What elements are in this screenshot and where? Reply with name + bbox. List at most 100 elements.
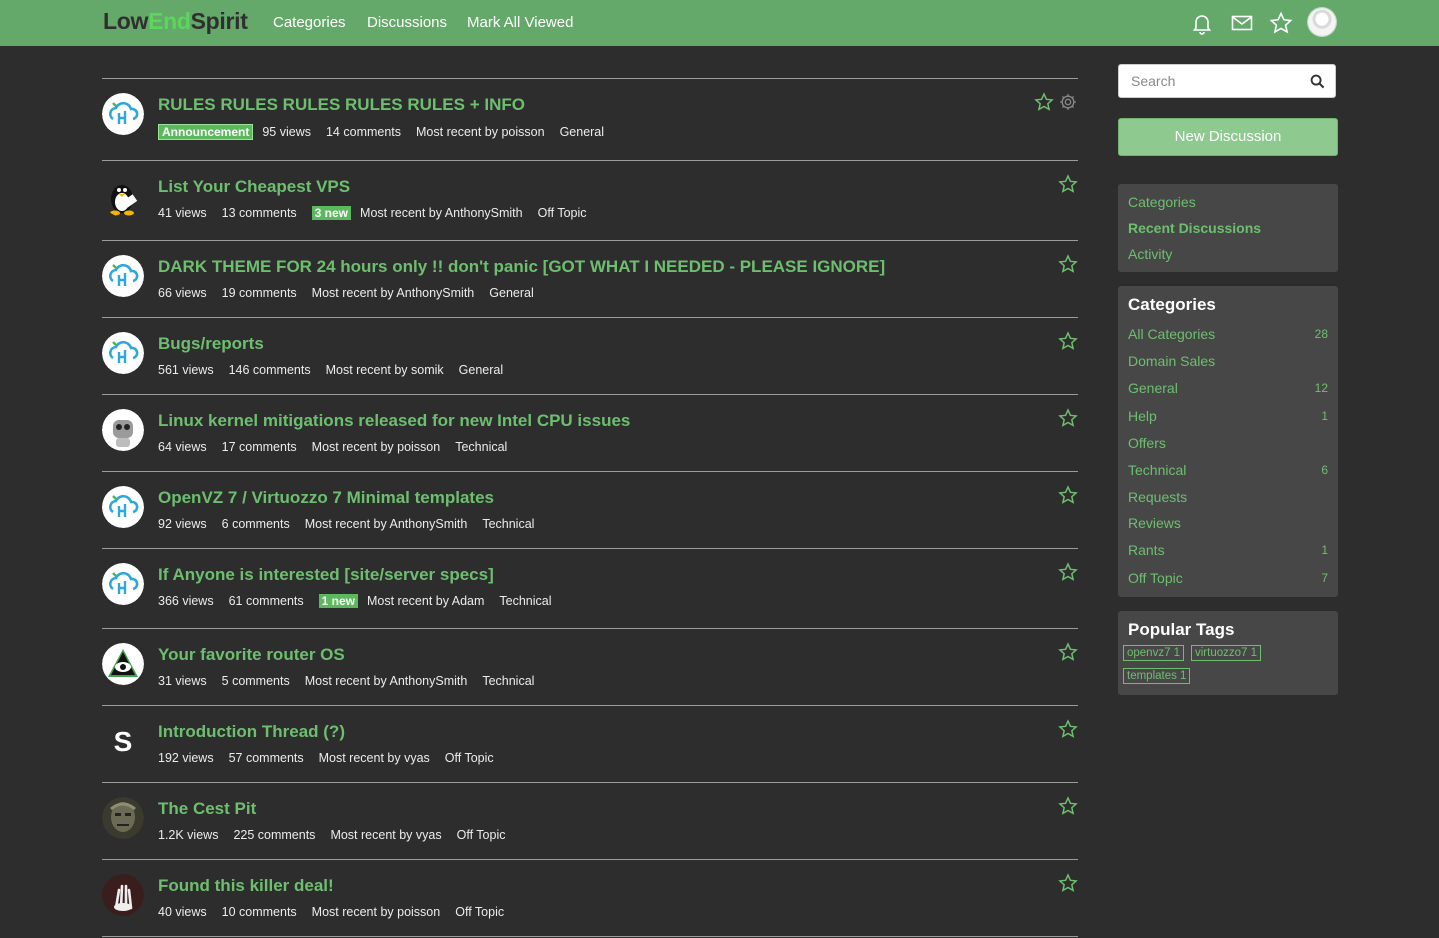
envelope-icon[interactable] <box>1230 11 1254 35</box>
category-item[interactable]: Help 1 <box>1128 408 1328 424</box>
category-link[interactable]: Technical <box>482 674 534 688</box>
bell-icon[interactable] <box>1190 11 1214 35</box>
discussion-avatar[interactable] <box>102 93 144 135</box>
most-recent-by[interactable]: Most recent by somik <box>326 363 444 377</box>
category-item[interactable]: Domain Sales <box>1128 353 1328 369</box>
bookmark-star-icon[interactable] <box>1058 331 1078 351</box>
category-item[interactable]: Requests <box>1128 489 1328 505</box>
category-link[interactable]: Technical <box>499 594 551 608</box>
tag-chip[interactable]: openvz7 1 <box>1123 645 1185 661</box>
bookmark-star-icon[interactable] <box>1058 562 1078 582</box>
discussion-row[interactable]: List Your Cheapest VPS 41 views 13 comment… <box>102 160 1078 240</box>
category-item[interactable]: Rants 1 <box>1128 542 1328 558</box>
bookmark-star-icon[interactable] <box>1058 408 1078 428</box>
discussion-row[interactable]: DARK THEME FOR 24 hours only !! don't pa… <box>102 240 1078 317</box>
most-recent-by[interactable]: Most recent by vyas <box>330 828 441 842</box>
discussion-title[interactable]: OpenVZ 7 / Virtuozzo 7 Minimal templates <box>158 488 494 508</box>
new-comments-badge[interactable]: 3 new <box>311 206 352 220</box>
discussion-row[interactable]: OpenVZ 7 / Virtuozzo 7 Minimal templates… <box>102 471 1078 548</box>
discussion-title[interactable]: Linux kernel mitigations released for ne… <box>158 411 630 431</box>
discussion-title[interactable]: Introduction Thread (?) <box>158 722 345 742</box>
tag-chip[interactable]: virtuozzo7 1 <box>1191 645 1262 661</box>
most-recent-by[interactable]: Most recent by AnthonySmith <box>305 674 468 688</box>
bookmark-star-icon[interactable] <box>1058 254 1078 274</box>
most-recent-by[interactable]: Most recent by poisson <box>312 905 441 919</box>
discussion-row[interactable]: RULES RULES RULES RULES RULES + INFO Anno… <box>102 78 1078 160</box>
new-discussion-button[interactable]: New Discussion <box>1118 118 1338 156</box>
nav-discussions[interactable]: Discussions <box>367 14 447 31</box>
category-item[interactable]: Technical 6 <box>1128 462 1328 478</box>
nav-mark-all-viewed[interactable]: Mark All Viewed <box>467 14 573 31</box>
discussion-row[interactable]: Bugs/reports 561 views 146 comments Most re… <box>102 317 1078 394</box>
discussion-avatar[interactable] <box>102 874 144 916</box>
discussion-row[interactable]: The Cest Pit 1.2K views 225 comments Most r… <box>102 782 1078 859</box>
discussion-title[interactable]: Your favorite router OS <box>158 645 345 665</box>
bookmark-star-icon[interactable] <box>1058 485 1078 505</box>
bookmark-star-icon[interactable] <box>1058 642 1078 662</box>
category-link[interactable]: Off Topic <box>455 905 504 919</box>
most-recent-by[interactable]: Most recent by Adam <box>367 594 484 608</box>
discussion-avatar[interactable] <box>102 797 144 839</box>
category-link[interactable]: Technical <box>455 440 507 454</box>
discussion-row[interactable]: If Anyone is interested [site/server spe… <box>102 548 1078 628</box>
category-link[interactable]: Off Topic <box>445 751 494 765</box>
search-box[interactable] <box>1118 64 1336 98</box>
category-item[interactable]: Reviews <box>1128 515 1328 531</box>
category-link[interactable]: Technical <box>482 517 534 531</box>
discussion-avatar[interactable] <box>102 486 144 528</box>
most-recent-by[interactable]: Most recent by AnthonySmith <box>312 286 475 300</box>
discussion-title[interactable]: Found this killer deal! <box>158 876 334 896</box>
logo-part-end: End <box>148 8 191 34</box>
category-item[interactable]: All Categories 28 <box>1128 326 1328 342</box>
user-avatar[interactable] <box>1308 8 1336 36</box>
category-item[interactable]: Off Topic 7 <box>1128 570 1328 586</box>
tag-chip[interactable]: templates 1 <box>1123 668 1191 684</box>
category-link[interactable]: General <box>459 363 503 377</box>
discussion-avatar[interactable] <box>102 643 144 685</box>
gear-icon[interactable] <box>1058 92 1078 112</box>
discussion-title[interactable]: Bugs/reports <box>158 334 264 354</box>
most-recent-by[interactable]: Most recent by poisson <box>312 440 441 454</box>
nav-categories[interactable]: Categories <box>273 14 346 31</box>
bookmark-star-icon[interactable] <box>1058 174 1078 194</box>
new-comments-badge[interactable]: 1 new <box>318 594 358 608</box>
bookmark-star-icon[interactable] <box>1058 719 1078 739</box>
discussion-row[interactable]: S Introduction Thread (?) 192 views 57 comm… <box>102 705 1078 782</box>
most-recent-by[interactable]: Most recent by AnthonySmith <box>305 517 468 531</box>
category-count: 1 <box>1321 409 1328 423</box>
discussion-avatar[interactable]: S <box>102 720 144 762</box>
bookmark-star-icon[interactable] <box>1034 92 1054 112</box>
discussion-title[interactable]: DARK THEME FOR 24 hours only !! don't pa… <box>158 257 885 277</box>
discussion-avatar[interactable] <box>102 409 144 451</box>
discussion-row[interactable]: Found this killer deal! 40 views 10 commen… <box>102 859 1078 937</box>
logo-part-spirit: Spirit <box>190 8 248 34</box>
category-link[interactable]: Off Topic <box>538 206 587 220</box>
search-icon[interactable] <box>1310 74 1325 89</box>
site-logo[interactable]: LowEndSpirit <box>103 8 248 35</box>
discussion-title[interactable]: RULES RULES RULES RULES RULES + INFO <box>158 95 525 115</box>
sidebar-nav-activity[interactable]: Activity <box>1128 246 1172 262</box>
sidebar-nav-recent-discussions[interactable]: Recent Discussions <box>1128 220 1261 236</box>
discussion-row[interactable]: Your favorite router OS 31 views 5 comment… <box>102 628 1078 705</box>
sidebar-nav-categories[interactable]: Categories <box>1128 194 1196 210</box>
category-link[interactable]: General <box>489 286 533 300</box>
most-recent-by[interactable]: Most recent by vyas <box>319 751 430 765</box>
discussion-title[interactable]: If Anyone is interested [site/server spe… <box>158 565 494 585</box>
discussion-avatar[interactable] <box>102 175 144 217</box>
bookmark-star-icon[interactable] <box>1058 796 1078 816</box>
discussion-avatar[interactable] <box>102 255 144 297</box>
category-link[interactable]: General <box>560 125 604 139</box>
discussion-title[interactable]: List Your Cheapest VPS <box>158 177 350 197</box>
bookmark-star-icon[interactable] <box>1058 873 1078 893</box>
discussion-avatar[interactable] <box>102 563 144 605</box>
discussion-avatar[interactable] <box>102 332 144 374</box>
category-item[interactable]: Offers <box>1128 435 1328 451</box>
discussion-row[interactable]: Linux kernel mitigations released for ne… <box>102 394 1078 471</box>
category-link[interactable]: Off Topic <box>457 828 506 842</box>
discussion-title[interactable]: The Cest Pit <box>158 799 256 819</box>
star-icon[interactable] <box>1269 11 1293 35</box>
category-item[interactable]: General 12 <box>1128 380 1328 396</box>
most-recent-by[interactable]: Most recent by AnthonySmith <box>360 206 523 220</box>
most-recent-by[interactable]: Most recent by poisson <box>416 125 545 139</box>
search-input[interactable] <box>1129 72 1303 90</box>
